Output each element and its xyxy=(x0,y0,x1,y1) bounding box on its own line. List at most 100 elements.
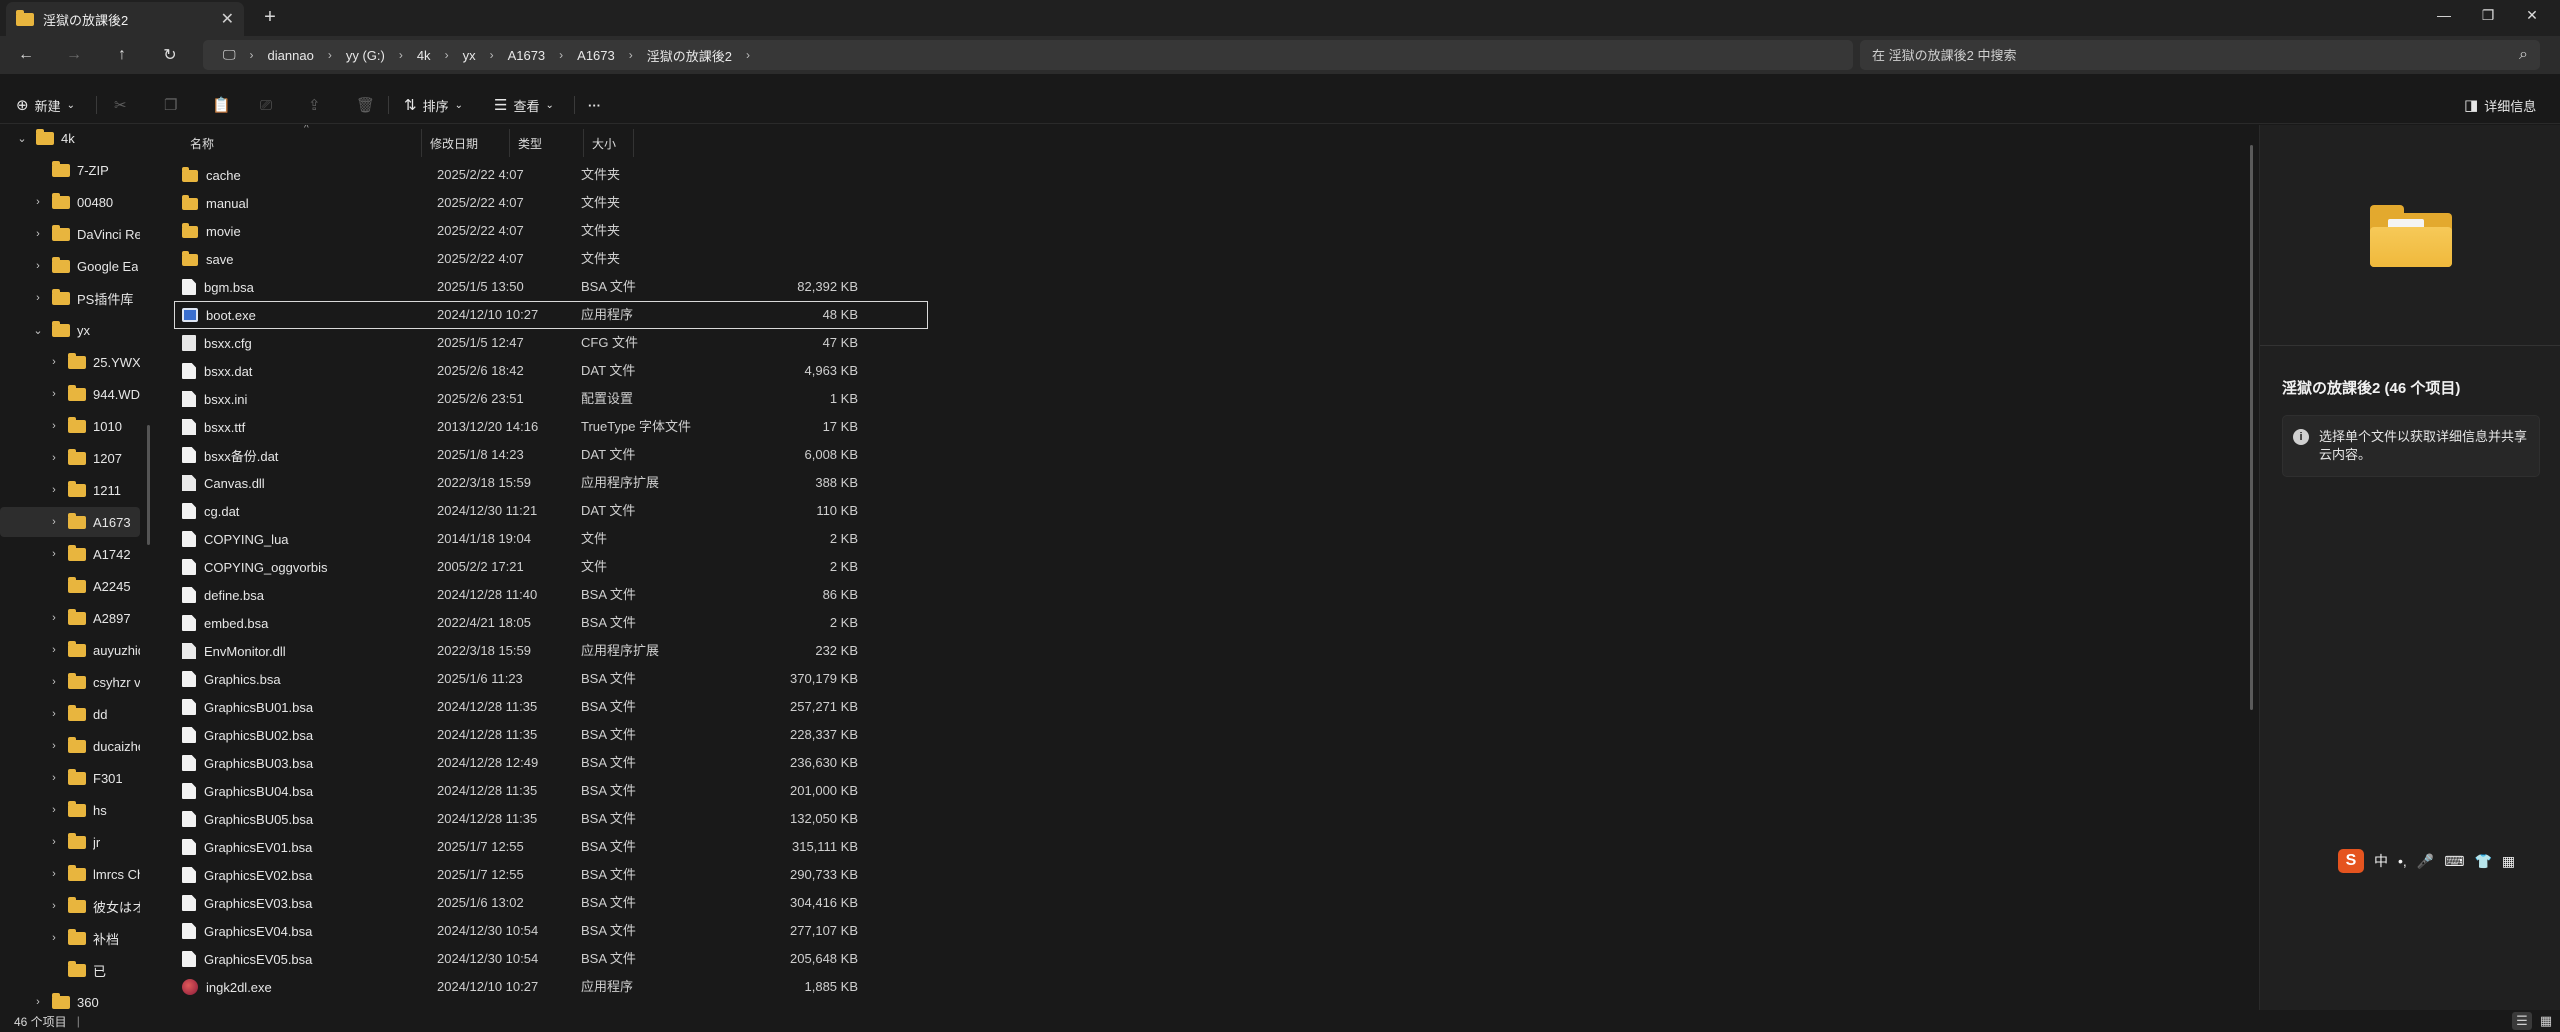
details-pane-button[interactable]: ◨ 详细信息 xyxy=(2464,94,2536,116)
sidebar-tree-item[interactable]: › 补档 xyxy=(0,923,140,953)
sidebar-tree-item[interactable]: 7-ZIP xyxy=(0,155,140,185)
file-row[interactable]: bsxx.ini 2025/2/6 23:51 配置设置 1 KB xyxy=(174,385,928,413)
back-button[interactable]: ← xyxy=(12,44,40,66)
sidebar-tree-item[interactable]: › dd xyxy=(0,699,140,729)
ime-language-toggle[interactable]: 中 xyxy=(2374,851,2388,871)
chevron-right-icon[interactable]: › xyxy=(46,772,62,784)
sidebar-tree-item[interactable]: › 360 xyxy=(0,987,140,1010)
chevron-right-icon[interactable]: › xyxy=(46,548,62,560)
more-options-button[interactable]: ··· xyxy=(588,94,601,116)
breadcrumb-item[interactable]: A1673 xyxy=(500,48,554,63)
file-row[interactable]: COPYING_oggvorbis 2005/2/2 17:21 文件 2 KB xyxy=(174,553,928,581)
chevron-right-icon[interactable]: › xyxy=(46,420,62,432)
file-row[interactable]: GraphicsEV02.bsa 2025/1/7 12:55 BSA 文件 290,… xyxy=(174,861,928,889)
chevron-right-icon[interactable]: › xyxy=(46,868,62,880)
file-row[interactable]: Graphics.bsa 2025/1/6 11:23 BSA 文件 370,179 … xyxy=(174,665,928,693)
keyboard-icon[interactable]: ⌨ xyxy=(2444,853,2464,870)
sidebar-tree-item[interactable]: › 1010 xyxy=(0,411,140,441)
rename-button[interactable]: ⎚ xyxy=(260,94,272,116)
chevron-right-icon[interactable]: › xyxy=(46,452,62,464)
address-bar[interactable]: 🖵 › diannao › yy (G:) › 4k › yx › A1673 … xyxy=(203,40,1853,70)
search-input[interactable] xyxy=(1872,47,2520,63)
file-row[interactable]: Canvas.dll 2022/3/18 15:59 应用程序扩展 388 KB xyxy=(174,469,928,497)
new-tab-button[interactable]: + xyxy=(258,6,282,29)
file-row[interactable]: save 2025/2/22 4:07 文件夹 xyxy=(174,245,928,273)
sidebar-tree-item[interactable]: 已 xyxy=(0,955,140,985)
sogou-logo-icon[interactable]: S xyxy=(2338,849,2364,873)
file-row[interactable]: GraphicsBU02.bsa 2024/12/28 11:35 BSA 文件 22… xyxy=(174,721,928,749)
file-row[interactable]: GraphicsBU05.bsa 2024/12/28 11:35 BSA 文件 13… xyxy=(174,805,928,833)
file-row[interactable]: boot.exe 2024/12/10 10:27 应用程序 48 KB xyxy=(174,301,928,329)
sidebar-tree-item[interactable]: › lmrcs Ch xyxy=(0,859,140,889)
sidebar-tree-item[interactable]: › 1207 xyxy=(0,443,140,473)
file-row[interactable]: GraphicsEV05.bsa 2024/12/30 10:54 BSA 文件 20… xyxy=(174,945,928,973)
file-row[interactable]: movie 2025/2/22 4:07 文件夹 xyxy=(174,217,928,245)
sidebar-tree-item[interactable]: › auyuzhid xyxy=(0,635,140,665)
sidebar-tree-item[interactable]: › DaVinci Re xyxy=(0,219,140,249)
breadcrumb-item[interactable]: A1673 xyxy=(569,48,623,63)
file-row[interactable]: GraphicsBU01.bsa 2024/12/28 11:35 BSA 文件 25… xyxy=(174,693,928,721)
tiles-view-toggle[interactable]: ▦ xyxy=(2536,1012,2556,1030)
tab-current-folder[interactable]: 淫獄の放課後2 ✕ xyxy=(6,2,244,36)
chevron-right-icon[interactable]: › xyxy=(46,740,62,752)
sidebar-tree-item[interactable]: › jr xyxy=(0,827,140,857)
sidebar-tree-item[interactable]: › 彼女はオI xyxy=(0,891,140,921)
file-row[interactable]: cache 2025/2/22 4:07 文件夹 xyxy=(174,161,928,189)
file-list-scrollbar[interactable] xyxy=(2250,145,2253,710)
refresh-button[interactable]: ↻ xyxy=(156,44,184,66)
file-row[interactable]: GraphicsEV04.bsa 2024/12/30 10:54 BSA 文件 27… xyxy=(174,917,928,945)
sidebar-tree-item[interactable]: › Google Ea xyxy=(0,251,140,281)
chevron-right-icon[interactable]: › xyxy=(46,644,62,656)
file-row[interactable]: manual 2025/2/22 4:07 文件夹 xyxy=(174,189,928,217)
chevron-right-icon[interactable]: › xyxy=(30,292,46,304)
details-view-toggle[interactable]: ☰ xyxy=(2512,1012,2532,1030)
sidebar-tree-item[interactable]: › ducaizhe xyxy=(0,731,140,761)
chevron-right-icon[interactable]: › xyxy=(46,484,62,496)
column-header-type[interactable]: 类型 xyxy=(510,129,584,157)
breadcrumb-item[interactable]: 淫獄の放課後2 xyxy=(639,46,740,65)
sidebar-tree-item[interactable]: › csyhzr v2 xyxy=(0,667,140,697)
sidebar-tree-item[interactable]: › A1742 xyxy=(0,539,140,569)
chevron-right-icon[interactable]: › xyxy=(46,804,62,816)
ime-punctuation-toggle[interactable]: •, xyxy=(2398,853,2407,869)
delete-button[interactable]: 🗑 xyxy=(356,94,375,116)
chevron-right-icon[interactable]: › xyxy=(46,676,62,688)
chevron-right-icon[interactable]: › xyxy=(30,196,46,208)
chevron-right-icon[interactable]: › xyxy=(30,228,46,240)
sidebar-tree-item[interactable]: › PS插件库（ xyxy=(0,283,140,313)
sort-button[interactable]: ⇅ 排序 ⌄ xyxy=(404,94,463,116)
sidebar-tree-item[interactable]: ⌄ yx xyxy=(0,315,140,345)
file-row[interactable]: GraphicsBU04.bsa 2024/12/28 11:35 BSA 文件 20… xyxy=(174,777,928,805)
chevron-right-icon[interactable]: › xyxy=(46,612,62,624)
up-button[interactable]: ↑ xyxy=(108,44,136,66)
chevron-right-icon[interactable]: › xyxy=(30,260,46,272)
file-row[interactable]: cg.dat 2024/12/30 11:21 DAT 文件 110 KB xyxy=(174,497,928,525)
chevron-down-icon[interactable]: ⌄ xyxy=(30,324,46,337)
forward-button[interactable]: → xyxy=(60,44,88,66)
sidebar-tree-item[interactable]: A2245 xyxy=(0,571,140,601)
apps-grid-icon[interactable]: ▦ xyxy=(2502,853,2515,870)
sidebar-tree-item[interactable]: › hs xyxy=(0,795,140,825)
file-row[interactable]: bsxx.dat 2025/2/6 18:42 DAT 文件 4,963 KB xyxy=(174,357,928,385)
new-button[interactable]: ⊕ 新建 ⌄ xyxy=(16,94,75,116)
file-row[interactable]: ingk2dl.exe 2024/12/10 10:27 应用程序 1,885 KB xyxy=(174,973,928,1001)
breadcrumb-item[interactable]: 4k xyxy=(409,48,439,63)
file-row[interactable]: GraphicsEV01.bsa 2025/1/7 12:55 BSA 文件 315,… xyxy=(174,833,928,861)
file-row[interactable]: GraphicsBU03.bsa 2024/12/28 12:49 BSA 文件 23… xyxy=(174,749,928,777)
chevron-right-icon[interactable]: › xyxy=(30,996,46,1008)
column-header-name[interactable]: 名称 xyxy=(182,129,422,157)
close-window-button[interactable]: ✕ xyxy=(2504,0,2560,30)
file-row[interactable]: bsxx备份.dat 2025/1/8 14:23 DAT 文件 6,008 KB xyxy=(174,441,928,469)
breadcrumb-item[interactable]: yx xyxy=(455,48,484,63)
sidebar-tree-item[interactable]: › 1211 xyxy=(0,475,140,505)
computer-icon[interactable]: 🖵 xyxy=(215,47,244,63)
file-row[interactable]: bsxx.ttf 2013/12/20 14:16 TrueType 字体文件 17 … xyxy=(174,413,928,441)
sidebar-tree-item[interactable]: › 944.WDX xyxy=(0,379,140,409)
file-row[interactable]: define.bsa 2024/12/28 11:40 BSA 文件 86 KB xyxy=(174,581,928,609)
tab-close-icon[interactable]: ✕ xyxy=(221,9,234,29)
chevron-right-icon[interactable]: › xyxy=(740,48,756,62)
column-header-size[interactable]: 大小 xyxy=(584,129,634,157)
column-header-date[interactable]: 修改日期 xyxy=(422,129,510,157)
file-row[interactable]: bsxx.cfg 2025/1/5 12:47 CFG 文件 47 KB xyxy=(174,329,928,357)
microphone-icon[interactable]: 🎤 xyxy=(2417,853,2434,870)
